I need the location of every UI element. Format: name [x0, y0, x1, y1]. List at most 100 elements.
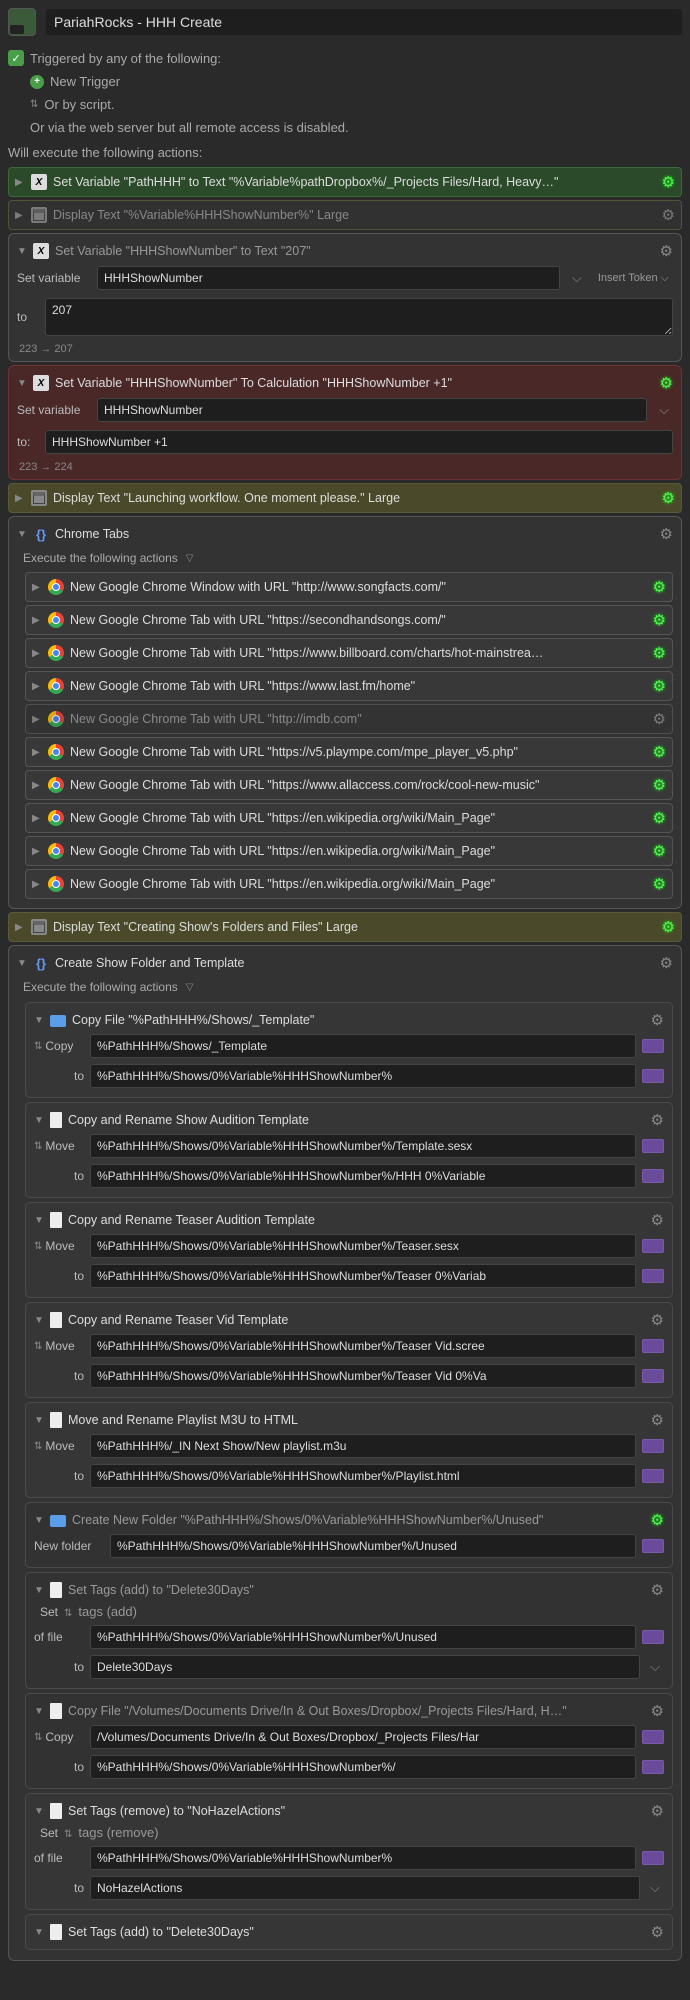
action-chrome-tab[interactable]: ▶ New Google Chrome Tab with URL "https:… — [25, 638, 673, 668]
plus-icon[interactable]: + — [30, 75, 44, 89]
folder-chip[interactable] — [642, 1760, 664, 1774]
chevron-down-icon[interactable]: ⌵ — [659, 402, 669, 418]
path-input[interactable] — [90, 1434, 636, 1458]
disclosure-icon[interactable]: ▼ — [34, 1927, 44, 1938]
folder-chip[interactable] — [642, 1069, 664, 1083]
folder-chip[interactable] — [642, 1139, 664, 1153]
action-set-pathhhh[interactable]: ▶ X Set Variable "PathHHH" to Text "%Var… — [8, 167, 682, 197]
disclosure-icon[interactable]: ▼ — [34, 1315, 44, 1326]
gear-icon[interactable]: ⚙ — [653, 809, 666, 827]
gear-icon[interactable]: ⚙ — [651, 1581, 664, 1599]
gear-icon[interactable]: ⚙ — [660, 954, 673, 972]
gear-icon[interactable]: ⚙ — [651, 1311, 664, 1329]
variable-name-input[interactable] — [97, 398, 647, 422]
disclosure-icon[interactable]: ▶ — [32, 681, 42, 692]
disclosure-icon[interactable]: ▶ — [15, 922, 25, 933]
path-input[interactable] — [90, 1234, 636, 1258]
action-chrome-tab[interactable]: ▶ New Google Chrome Tab with URL "https:… — [25, 836, 673, 866]
disclosure-icon[interactable]: ▶ — [32, 714, 42, 725]
checkbox-icon[interactable]: ✓ — [8, 50, 24, 66]
path-input[interactable] — [90, 1264, 636, 1288]
gear-icon[interactable]: ⚙ — [651, 1802, 664, 1820]
disclosure-icon[interactable]: ▽ — [186, 553, 196, 564]
folder-chip[interactable] — [642, 1851, 664, 1865]
disclosure-icon[interactable]: ▶ — [32, 648, 42, 659]
gear-icon[interactable]: ⚙ — [653, 743, 666, 761]
disclosure-icon[interactable]: ▶ — [32, 582, 42, 593]
path-input[interactable] — [90, 1364, 636, 1388]
disclosure-icon[interactable]: ▶ — [32, 813, 42, 824]
gear-icon[interactable]: ⚙ — [660, 374, 673, 392]
folder-chip[interactable] — [642, 1730, 664, 1744]
folder-chip[interactable] — [642, 1169, 664, 1183]
gear-icon[interactable]: ⚙ — [651, 1411, 664, 1429]
gear-icon[interactable]: ⚙ — [662, 489, 675, 507]
disclosure-icon[interactable]: ▼ — [17, 529, 27, 540]
gear-icon[interactable]: ⚙ — [653, 644, 666, 662]
gear-icon[interactable]: ⚙ — [662, 173, 675, 191]
variable-value-input[interactable]: 207 — [45, 298, 673, 336]
disclosure-icon[interactable]: ▼ — [34, 1585, 44, 1596]
folder-chip[interactable] — [642, 1539, 664, 1553]
disclosure-icon[interactable]: ▶ — [32, 780, 42, 791]
gear-icon[interactable]: ⚙ — [662, 206, 675, 224]
disclosure-icon[interactable]: ▶ — [32, 879, 42, 890]
gear-icon[interactable]: ⚙ — [651, 1211, 664, 1229]
gear-icon[interactable]: ⚙ — [653, 578, 666, 596]
disclosure-icon[interactable]: ▼ — [34, 1806, 44, 1817]
folder-chip[interactable] — [642, 1339, 664, 1353]
action-chrome-tab[interactable]: ▶ New Google Chrome Tab with URL "https:… — [25, 770, 673, 800]
chevron-down-icon[interactable]: ⌵ — [572, 270, 582, 286]
path-input[interactable] — [90, 1034, 636, 1058]
path-input[interactable] — [90, 1755, 636, 1779]
path-input[interactable] — [90, 1064, 636, 1088]
path-input[interactable] — [110, 1534, 636, 1558]
disclosure-icon[interactable]: ▽ — [186, 982, 196, 993]
disclosure-icon[interactable]: ▼ — [34, 1415, 44, 1426]
variable-value-input[interactable] — [45, 430, 673, 454]
gear-icon[interactable]: ⚙ — [651, 1011, 664, 1029]
gear-icon[interactable]: ⚙ — [651, 1511, 664, 1529]
tag-input[interactable] — [90, 1655, 640, 1679]
action-display-creating[interactable]: ▶ Display Text "Creating Show's Folders … — [8, 912, 682, 942]
gear-icon[interactable]: ⚙ — [653, 875, 666, 893]
macro-title[interactable]: PariahRocks - HHH Create — [46, 9, 682, 35]
action-chrome-tab[interactable]: ▶ New Google Chrome Window with URL "htt… — [25, 572, 673, 602]
folder-chip[interactable] — [642, 1039, 664, 1053]
gear-icon[interactable]: ⚙ — [653, 677, 666, 695]
action-chrome-tab[interactable]: ▶ New Google Chrome Tab with URL "https:… — [25, 803, 673, 833]
path-input[interactable] — [90, 1334, 636, 1358]
gear-icon[interactable]: ⚙ — [653, 611, 666, 629]
action-chrome-tab[interactable]: ▶ New Google Chrome Tab with URL "http:/… — [25, 704, 673, 734]
folder-chip[interactable] — [642, 1439, 664, 1453]
updown-icon[interactable]: ⇅ — [30, 99, 38, 110]
disclosure-icon[interactable]: ▶ — [32, 846, 42, 857]
disclosure-icon[interactable]: ▶ — [15, 177, 25, 188]
path-input[interactable] — [90, 1464, 636, 1488]
action-display-shownum[interactable]: ▶ Display Text "%Variable%HHHShowNumber%… — [8, 200, 682, 230]
disclosure-icon[interactable]: ▼ — [17, 958, 27, 969]
disclosure-icon[interactable]: ▶ — [15, 493, 25, 504]
disclosure-icon[interactable]: ▼ — [34, 1215, 44, 1226]
tag-input[interactable] — [90, 1876, 640, 1900]
gear-icon[interactable]: ⚙ — [651, 1923, 664, 1941]
folder-chip[interactable] — [642, 1469, 664, 1483]
gear-icon[interactable]: ⚙ — [660, 242, 673, 260]
chevron-down-icon[interactable]: ⌵ — [650, 1659, 660, 1675]
folder-chip[interactable] — [642, 1369, 664, 1383]
path-input[interactable] — [90, 1725, 636, 1749]
gear-icon[interactable]: ⚙ — [653, 776, 666, 794]
action-chrome-tab[interactable]: ▶ New Google Chrome Tab with URL "https:… — [25, 671, 673, 701]
path-input[interactable] — [90, 1134, 636, 1158]
path-input[interactable] — [90, 1164, 636, 1188]
disclosure-icon[interactable]: ▼ — [34, 1015, 44, 1026]
disclosure-icon[interactable]: ▶ — [32, 615, 42, 626]
insert-token-button[interactable]: Insert Token ⌵ — [594, 272, 673, 285]
gear-icon[interactable]: ⚙ — [653, 710, 666, 728]
disclosure-icon[interactable]: ▼ — [34, 1115, 44, 1126]
action-display-launching[interactable]: ▶ Display Text "Launching workflow. One … — [8, 483, 682, 513]
chevron-down-icon[interactable]: ⌵ — [650, 1880, 660, 1896]
disclosure-icon[interactable]: ▼ — [34, 1515, 44, 1526]
new-trigger[interactable]: + New Trigger — [30, 70, 682, 93]
disclosure-icon[interactable]: ▶ — [32, 747, 42, 758]
